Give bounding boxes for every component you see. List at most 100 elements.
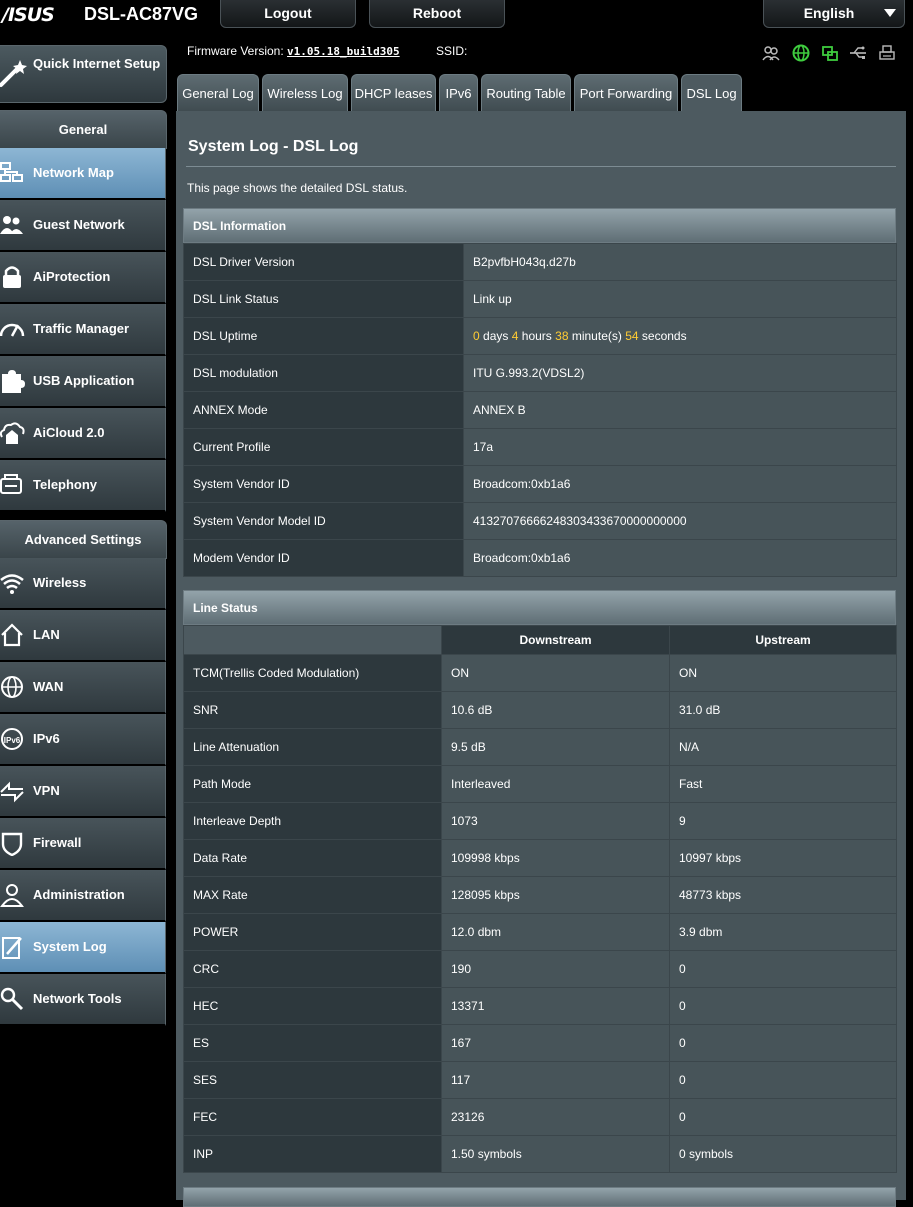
line-status-label: INP	[183, 1135, 442, 1173]
sidebar-item-lan[interactable]: LAN	[0, 610, 166, 662]
chevron-down-icon	[884, 9, 896, 17]
line-status-row: INP 1.50 symbols 0 symbols	[183, 1135, 897, 1173]
sidebar-item-label: IPv6	[33, 731, 60, 746]
usb-icon[interactable]	[849, 44, 867, 62]
dsl-info-row: DSL Driver Version B2pvfbH043q.d27b	[183, 243, 897, 281]
dsl-info-value: Link up	[463, 280, 897, 318]
dsl-info-value: 41327076666248303433670000000000	[463, 502, 897, 540]
sidebar-item-label: USB Application	[33, 373, 135, 388]
notepad-icon	[2, 937, 22, 959]
upstream-value: 0	[669, 987, 897, 1025]
wifi-icon	[0, 574, 24, 594]
downstream-value: 167	[441, 1024, 670, 1062]
upstream-value: 0	[669, 1098, 897, 1136]
language-select[interactable]: English	[763, 0, 905, 28]
downstream-value: 9.5 dB	[441, 728, 670, 766]
sidebar-item-vpn[interactable]: VPN	[0, 766, 166, 818]
tab-ipv6[interactable]: IPv6	[439, 74, 478, 112]
header-blank-cell	[183, 625, 442, 655]
sidebar-item-label: System Log	[33, 939, 107, 954]
downstream-value: 117	[441, 1061, 670, 1099]
line-status-table: Downstream Upstream TCM(Trellis Coded Mo…	[183, 625, 897, 1173]
reboot-button[interactable]: Reboot	[369, 0, 505, 28]
line-status-row: Interleave Depth 1073 9	[183, 802, 897, 840]
quick-internet-setup-button[interactable]: Quick Internet Setup	[0, 45, 167, 103]
dsl-info-label: ANNEX Mode	[183, 391, 464, 429]
sidebar-item-firewall[interactable]: Firewall	[0, 818, 166, 870]
downstream-value: 12.0 dbm	[441, 913, 670, 951]
column-header-upstream: Upstream	[669, 625, 897, 655]
uptime-seconds-unit: seconds	[641, 329, 687, 343]
internet-globe-icon[interactable]	[792, 44, 810, 62]
dsl-info-label: DSL Driver Version	[183, 243, 464, 281]
tab-wireless-log[interactable]: Wireless Log	[262, 74, 348, 112]
line-status-row: Path Mode Interleaved Fast	[183, 765, 897, 803]
sidebar-item-administration[interactable]: Administration	[0, 870, 166, 922]
sidebar-item-guest-network[interactable]: Guest Network	[0, 200, 166, 252]
line-status-row: ES 167 0	[183, 1024, 897, 1062]
dsl-info-value: ITU G.993.2(VDSL2)	[463, 354, 897, 392]
line-status-label: MAX Rate	[183, 876, 442, 914]
sidebar-item-label: WAN	[33, 679, 64, 694]
firmware-label: Firmware Version:	[187, 44, 284, 58]
dsl-info-value: Broadcom:0xb1a6	[463, 465, 897, 503]
downstream-value: ON	[441, 654, 670, 692]
line-status-row: SNR 10.6 dB 31.0 dB	[183, 691, 897, 729]
downstream-value: 109998 kbps	[441, 839, 670, 877]
wifi-network-icon[interactable]	[821, 44, 839, 62]
general-menu: Network Map Guest Network AiProtection Traf…	[0, 148, 166, 512]
line-status-row: Line Attenuation 9.5 dB N/A	[183, 728, 897, 766]
uptime-minutes-unit: minute(s)	[571, 329, 622, 343]
sidebar-item-network-map[interactable]: Network Map	[0, 148, 166, 200]
network-map-icon	[0, 162, 23, 182]
sidebar-item-aiprotection[interactable]: AiProtection	[0, 252, 166, 304]
upstream-value: 31.0 dB	[669, 691, 897, 729]
sidebar-item-network-tools[interactable]: Network Tools	[0, 974, 166, 1026]
tab-port-forwarding[interactable]: Port Forwarding	[574, 74, 678, 112]
upstream-value: 9	[669, 802, 897, 840]
uptime-days: 0	[473, 329, 480, 343]
tab-routing-table[interactable]: Routing Table	[481, 74, 571, 112]
phone-icon	[0, 474, 22, 494]
logout-button[interactable]: Logout	[220, 0, 356, 28]
sidebar-item-usb-application[interactable]: USB Application	[0, 356, 166, 408]
sidebar-item-traffic-manager[interactable]: Traffic Manager	[0, 304, 166, 356]
line-status-row: SES 117 0	[183, 1061, 897, 1099]
sidebar-item-label: VPN	[33, 783, 60, 798]
clients-icon[interactable]	[762, 44, 780, 62]
title-divider	[186, 166, 896, 167]
upstream-value: 0	[669, 1061, 897, 1099]
dsl-info-row: DSL Uptime 0 days 4 hours 38 minute(s) 54…	[183, 317, 897, 355]
sidebar-item-ipv6[interactable]: IPv6 IPv6	[0, 714, 166, 766]
sidebar-item-aicloud-2-0[interactable]: AiCloud 2.0	[0, 408, 166, 460]
sidebar-item-telephony[interactable]: Telephony	[0, 460, 166, 512]
sidebar-item-system-log[interactable]: System Log	[0, 922, 166, 974]
advanced-menu: Wireless LAN WAN IPv6 IPv6 VPN Firewall Adminis…	[0, 558, 166, 1026]
language-label: English	[803, 5, 855, 21]
tab-general-log[interactable]: General Log	[177, 74, 259, 112]
tab-dsl-log[interactable]: DSL Log	[681, 74, 742, 112]
line-status-label: Path Mode	[183, 765, 442, 803]
shield-icon	[1, 832, 23, 856]
sidebar-item-wireless[interactable]: Wireless	[0, 558, 166, 610]
tab-dhcp-leases[interactable]: DHCP leases	[351, 74, 436, 112]
dsl-info-label: Modem Vendor ID	[183, 539, 464, 577]
dsl-info-label: System Vendor Model ID	[183, 502, 464, 540]
sidebar-item-label: Administration	[33, 887, 125, 902]
printer-icon[interactable]	[878, 44, 896, 62]
sidebar-item-wan[interactable]: WAN	[0, 662, 166, 714]
column-header-downstream: Downstream	[441, 625, 670, 655]
dsl-info-value: 17a	[463, 428, 897, 466]
model-name: DSL-AC87VG	[84, 4, 199, 24]
firmware-version-link[interactable]: v1.05.18_build305	[287, 45, 400, 58]
firmware-info: Firmware Version: v1.05.18_build305	[187, 44, 400, 58]
general-section-header: General	[0, 110, 167, 149]
lock-icon	[3, 266, 21, 288]
line-status-label: FEC	[183, 1098, 442, 1136]
line-status-row: TCM(Trellis Coded Modulation) ON ON	[183, 654, 897, 692]
dsl-info-label: DSL modulation	[183, 354, 464, 392]
sidebar-item-label: Firewall	[33, 835, 82, 850]
dsl-info-value: Broadcom:0xb1a6	[463, 539, 897, 577]
upstream-value: 0	[669, 1024, 897, 1062]
downstream-value: 190	[441, 950, 670, 988]
